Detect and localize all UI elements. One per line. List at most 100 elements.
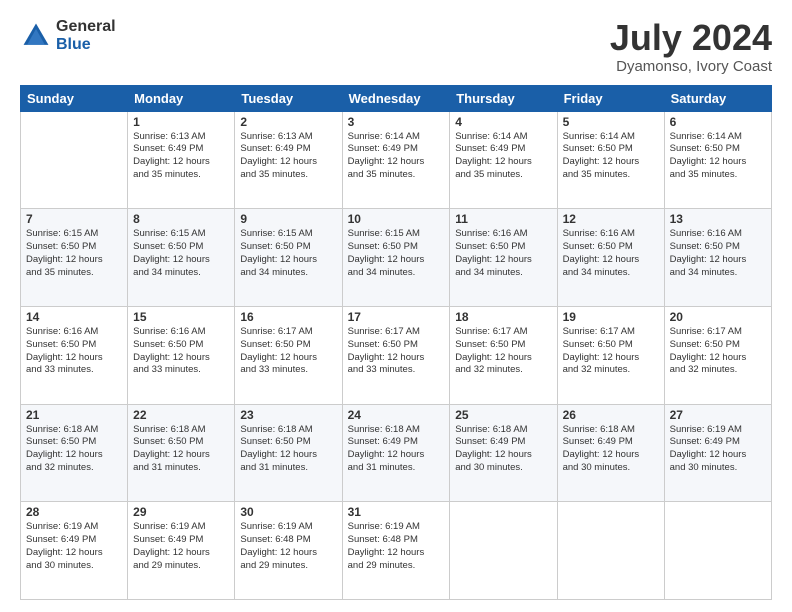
day-number: 30 — [240, 505, 336, 519]
day-detail: Sunrise: 6:14 AM Sunset: 6:50 PM Dayligh… — [563, 131, 659, 182]
calendar-cell: 18Sunrise: 6:17 AM Sunset: 6:50 PM Dayli… — [450, 306, 557, 404]
day-number: 3 — [348, 115, 445, 129]
calendar-cell: 25 Sunrise: 6:18 AM Sunset: 6:49 PM Dayli… — [450, 404, 557, 502]
day-detail: Sunrise: 6:19 AM Sunset: 6:49 PM Dayligh… — [26, 521, 122, 572]
day-detail: Sunrise: 6:13 AM Sunset: 6:49 PM Dayligh… — [133, 131, 229, 182]
calendar-table: SundayMondayTuesdayWednesdayThursdayFrid… — [20, 85, 772, 600]
day-number: 21 — [26, 408, 122, 422]
day-detail: Sunrise: 6:14 AM Sunset: 6:50 PM Dayligh… — [670, 131, 766, 182]
main-title: July 2024 — [610, 18, 772, 58]
day-detail: Sunrise: 6:15 AM Sunset: 6:50 PM Dayligh… — [348, 228, 445, 279]
day-detail: Sunrise: 6:17 AM Sunset: 6:50 PM Dayligh… — [670, 326, 766, 377]
day-number: 18 — [455, 310, 551, 324]
day-number: 15 — [133, 310, 229, 324]
day-number: 27 — [670, 408, 766, 422]
calendar-cell: 12 Sunrise: 6:16 AM Sunset: 6:50 PM Dayli… — [557, 209, 664, 307]
day-number: 24 — [348, 408, 445, 422]
day-detail: Sunrise: 6:18 AM Sunset: 6:50 PM Dayligh… — [26, 424, 122, 475]
calendar-cell: 31Sunrise: 6:19 AM Sunset: 6:48 PM Dayli… — [342, 502, 450, 600]
day-detail: Sunrise: 6:15 AM Sunset: 6:50 PM Dayligh… — [133, 228, 229, 279]
day-number: 4 — [455, 115, 551, 129]
day-number: 5 — [563, 115, 659, 129]
day-detail: Sunrise: 6:16 AM Sunset: 6:50 PM Dayligh… — [563, 228, 659, 279]
day-number: 25 — [455, 408, 551, 422]
logo-icon — [20, 20, 52, 52]
calendar-cell: 21 Sunrise: 6:18 AM Sunset: 6:50 PM Dayli… — [21, 404, 128, 502]
day-detail: Sunrise: 6:16 AM Sunset: 6:50 PM Dayligh… — [26, 326, 122, 377]
day-detail: Sunrise: 6:18 AM Sunset: 6:49 PM Dayligh… — [455, 424, 551, 475]
day-number: 8 — [133, 212, 229, 226]
weekday-header-thursday: Thursday — [450, 85, 557, 111]
day-number: 7 — [26, 212, 122, 226]
calendar-cell: 6Sunrise: 6:14 AM Sunset: 6:50 PM Daylig… — [664, 111, 771, 209]
day-detail: Sunrise: 6:18 AM Sunset: 6:49 PM Dayligh… — [348, 424, 445, 475]
weekday-header-monday: Monday — [128, 85, 235, 111]
title-area: July 2024 Dyamonso, Ivory Coast — [610, 18, 772, 75]
day-detail: Sunrise: 6:19 AM Sunset: 6:48 PM Dayligh… — [348, 521, 445, 572]
calendar-cell: 19Sunrise: 6:17 AM Sunset: 6:50 PM Dayli… — [557, 306, 664, 404]
calendar-cell: 29 Sunrise: 6:19 AM Sunset: 6:49 PM Dayli… — [128, 502, 235, 600]
weekday-header-saturday: Saturday — [664, 85, 771, 111]
calendar-cell: 26Sunrise: 6:18 AM Sunset: 6:49 PM Dayli… — [557, 404, 664, 502]
calendar-cell — [450, 502, 557, 600]
calendar-cell — [664, 502, 771, 600]
calendar-cell: 16Sunrise: 6:17 AM Sunset: 6:50 PM Dayli… — [235, 306, 342, 404]
day-number: 26 — [563, 408, 659, 422]
calendar-cell: 20 Sunrise: 6:17 AM Sunset: 6:50 PM Dayli… — [664, 306, 771, 404]
logo-general-text: General — [56, 18, 116, 36]
calendar-cell: 10 Sunrise: 6:15 AM Sunset: 6:50 PM Dayli… — [342, 209, 450, 307]
calendar-cell: 2 Sunrise: 6:13 AM Sunset: 6:49 PM Daylig… — [235, 111, 342, 209]
day-detail: Sunrise: 6:13 AM Sunset: 6:49 PM Dayligh… — [240, 131, 336, 182]
day-detail: Sunrise: 6:17 AM Sunset: 6:50 PM Dayligh… — [348, 326, 445, 377]
calendar-cell: 3Sunrise: 6:14 AM Sunset: 6:49 PM Daylig… — [342, 111, 450, 209]
day-detail: Sunrise: 6:18 AM Sunset: 6:50 PM Dayligh… — [133, 424, 229, 475]
logo-blue-text: Blue — [56, 36, 116, 54]
day-detail: Sunrise: 6:19 AM Sunset: 6:49 PM Dayligh… — [670, 424, 766, 475]
weekday-header-row: SundayMondayTuesdayWednesdayThursdayFrid… — [21, 85, 772, 111]
header: General Blue July 2024 Dyamonso, Ivory C… — [20, 18, 772, 75]
logo: General Blue — [20, 18, 116, 53]
calendar-cell: 23Sunrise: 6:18 AM Sunset: 6:50 PM Dayli… — [235, 404, 342, 502]
day-number: 29 — [133, 505, 229, 519]
calendar-cell: 30Sunrise: 6:19 AM Sunset: 6:48 PM Dayli… — [235, 502, 342, 600]
calendar-cell: 17Sunrise: 6:17 AM Sunset: 6:50 PM Dayli… — [342, 306, 450, 404]
day-number: 13 — [670, 212, 766, 226]
calendar-cell: 4Sunrise: 6:14 AM Sunset: 6:49 PM Daylig… — [450, 111, 557, 209]
calendar-week-0: 1 Sunrise: 6:13 AM Sunset: 6:49 PM Daylig… — [21, 111, 772, 209]
logo-text: General Blue — [56, 18, 116, 53]
day-number: 10 — [348, 212, 445, 226]
calendar-cell: 24 Sunrise: 6:18 AM Sunset: 6:49 PM Dayli… — [342, 404, 450, 502]
day-number: 19 — [563, 310, 659, 324]
calendar-cell — [21, 111, 128, 209]
day-detail: Sunrise: 6:16 AM Sunset: 6:50 PM Dayligh… — [133, 326, 229, 377]
day-number: 22 — [133, 408, 229, 422]
weekday-header-tuesday: Tuesday — [235, 85, 342, 111]
day-number: 20 — [670, 310, 766, 324]
page: General Blue July 2024 Dyamonso, Ivory C… — [0, 0, 792, 612]
calendar-cell: 9 Sunrise: 6:15 AM Sunset: 6:50 PM Daylig… — [235, 209, 342, 307]
calendar-cell: 11 Sunrise: 6:16 AM Sunset: 6:50 PM Dayli… — [450, 209, 557, 307]
day-number: 11 — [455, 212, 551, 226]
calendar-cell: 13 Sunrise: 6:16 AM Sunset: 6:50 PM Dayli… — [664, 209, 771, 307]
day-number: 2 — [240, 115, 336, 129]
calendar-week-1: 7 Sunrise: 6:15 AM Sunset: 6:50 PM Daylig… — [21, 209, 772, 307]
day-detail: Sunrise: 6:16 AM Sunset: 6:50 PM Dayligh… — [455, 228, 551, 279]
day-detail: Sunrise: 6:19 AM Sunset: 6:49 PM Dayligh… — [133, 521, 229, 572]
calendar-cell: 22 Sunrise: 6:18 AM Sunset: 6:50 PM Dayli… — [128, 404, 235, 502]
calendar-week-4: 28 Sunrise: 6:19 AM Sunset: 6:49 PM Dayli… — [21, 502, 772, 600]
subtitle: Dyamonso, Ivory Coast — [610, 58, 772, 75]
day-number: 16 — [240, 310, 336, 324]
calendar-week-3: 21 Sunrise: 6:18 AM Sunset: 6:50 PM Dayli… — [21, 404, 772, 502]
calendar-cell: 28 Sunrise: 6:19 AM Sunset: 6:49 PM Dayli… — [21, 502, 128, 600]
calendar-cell: 1 Sunrise: 6:13 AM Sunset: 6:49 PM Daylig… — [128, 111, 235, 209]
weekday-header-wednesday: Wednesday — [342, 85, 450, 111]
day-detail: Sunrise: 6:16 AM Sunset: 6:50 PM Dayligh… — [670, 228, 766, 279]
day-number: 9 — [240, 212, 336, 226]
calendar-week-2: 14Sunrise: 6:16 AM Sunset: 6:50 PM Dayli… — [21, 306, 772, 404]
day-number: 28 — [26, 505, 122, 519]
calendar-cell: 7Sunrise: 6:15 AM Sunset: 6:50 PM Daylig… — [21, 209, 128, 307]
day-number: 12 — [563, 212, 659, 226]
day-detail: Sunrise: 6:15 AM Sunset: 6:50 PM Dayligh… — [240, 228, 336, 279]
day-number: 1 — [133, 115, 229, 129]
calendar-cell: 27 Sunrise: 6:19 AM Sunset: 6:49 PM Dayli… — [664, 404, 771, 502]
